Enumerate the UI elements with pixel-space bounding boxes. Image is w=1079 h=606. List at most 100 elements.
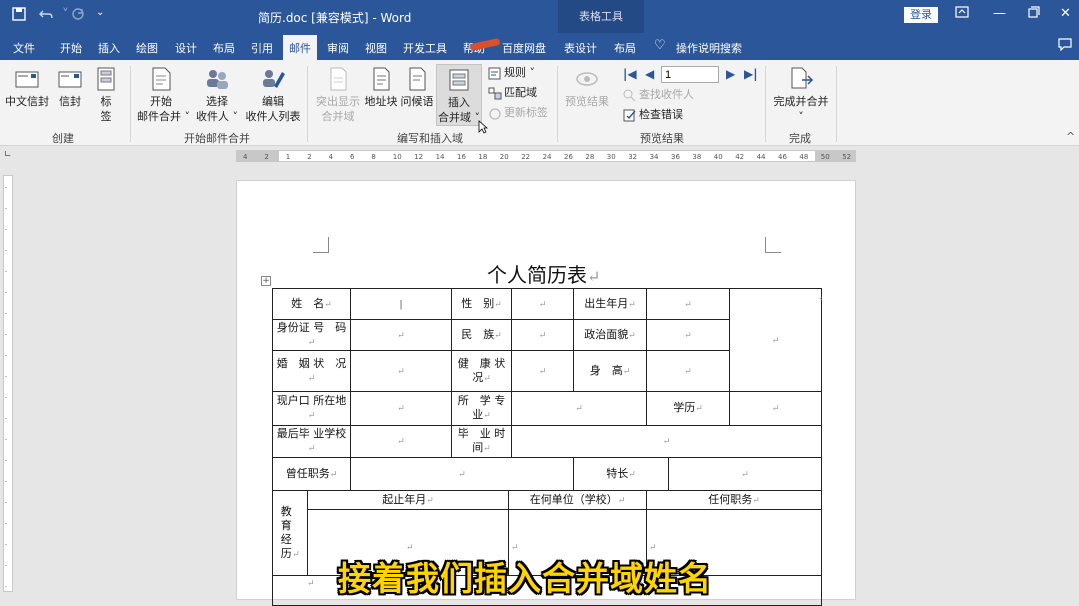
cell-degree-value[interactable]: ↵	[729, 391, 822, 426]
vertical-ruler-tick: -	[5, 520, 8, 527]
first-record-icon[interactable]: |◀	[623, 67, 637, 81]
tell-me-search[interactable]: 操作说明搜索	[676, 40, 742, 56]
redo-icon[interactable]	[70, 7, 86, 25]
label-degree: 学历↵	[646, 391, 730, 426]
next-record-icon[interactable]: ▶	[726, 67, 735, 81]
customize-quick-access-icon[interactable]: ⌄	[96, 7, 104, 18]
cell-health-value[interactable]: ↵	[511, 350, 574, 392]
vertical-ruler-tick: -	[5, 583, 8, 590]
start-mail-merge-button[interactable]: 开始 邮件合并 ˅	[137, 66, 190, 124]
cell-political-value[interactable]: ↵	[646, 319, 730, 351]
label-major: 所 学 专 业↵	[451, 391, 516, 426]
cell-id-value[interactable]: ↵	[350, 319, 452, 351]
title-bar: ˅ ⌄ 简历.doc [兼容模式] - Word 表格工具 登录 — ✕	[0, 0, 1079, 33]
tab-view[interactable]: 视图	[365, 40, 387, 56]
group-separator	[765, 66, 766, 142]
cell-gender-value[interactable]: ↵	[511, 288, 574, 320]
find-recipient-button[interactable]: 查找收件人	[623, 88, 694, 102]
tab-insert[interactable]: 插入	[98, 40, 120, 56]
address-block-button[interactable]: 地址块	[364, 66, 398, 109]
cell-positions-value[interactable]: ↵	[350, 457, 574, 491]
update-labels-button[interactable]: 更新标签	[488, 106, 548, 120]
tab-selector-icon[interactable]: ∟	[4, 150, 12, 160]
crop-mark	[765, 237, 781, 253]
select-recipients-button[interactable]: 选择 收件人 ˅	[196, 66, 238, 124]
labels-button[interactable]: 标签	[92, 66, 120, 124]
vertical-ruler-tick: -	[5, 457, 8, 464]
edit-recipient-list-button[interactable]: 编辑 收件人列表	[245, 66, 301, 124]
greeting-line-button[interactable]: 问候语	[400, 66, 434, 109]
tab-table-layout[interactable]: 布局	[614, 40, 636, 56]
vertical-ruler-tick: -	[5, 373, 8, 380]
save-icon[interactable]	[12, 7, 26, 25]
cell-graduation-value[interactable]: ↵	[511, 425, 822, 458]
tab-draw[interactable]: 绘图	[136, 40, 158, 56]
vertical-ruler-tick: -	[5, 310, 8, 317]
vertical-ruler[interactable]: - - - - - - - - - - - - - - - - - - - -	[3, 175, 13, 592]
cell-photo[interactable]: ↵	[729, 288, 822, 392]
rules-button[interactable]: 规则 ˅	[488, 66, 535, 80]
cell-name-value[interactable]: |	[350, 288, 452, 320]
cell-major-value[interactable]: ↵	[511, 391, 647, 426]
cell-birth-value[interactable]: ↵	[646, 288, 730, 320]
login-button[interactable]: 登录	[904, 7, 938, 23]
preview-icon	[576, 72, 598, 86]
ruler-tick-label: 2	[264, 153, 269, 161]
ribbon-display-options-icon[interactable]	[955, 6, 969, 22]
chinese-envelope-button[interactable]: 中文信封	[4, 66, 50, 109]
label-height: 身 高↵	[573, 350, 647, 392]
minimize-icon[interactable]: —	[993, 6, 1006, 21]
tab-home[interactable]: 开始	[60, 40, 82, 56]
cell-ethnicity-value[interactable]: ↵	[511, 319, 574, 351]
vertical-ruler-tick: -	[5, 394, 8, 401]
ruler-tick-label: 6	[350, 153, 355, 161]
label-marital: 婚 姻 状 况↵	[272, 350, 351, 392]
tab-review[interactable]: 审阅	[327, 40, 349, 56]
cell-residence-value[interactable]: ↵	[350, 391, 452, 426]
finish-and-merge-button[interactable]: 完成并合并 ˅	[772, 66, 830, 124]
cell-school-value[interactable]: ↵	[350, 425, 452, 458]
tab-layout[interactable]: 布局	[213, 40, 235, 56]
document-title: 个人简历表↵	[487, 263, 601, 287]
envelopes-button[interactable]: 信封	[55, 66, 85, 109]
document-page[interactable]: + 个人简历表↵ 姓 名↵ | 性 别↵ ↵ 出生年月↵ ↵ ↵ 身份证 号 码…	[236, 180, 856, 606]
insert-merge-field-button[interactable]: 插入 合并域 ˅	[436, 64, 482, 126]
tab-table-design[interactable]: 表设计	[564, 40, 597, 56]
undo-dropdown-icon[interactable]: ˅	[62, 7, 69, 23]
restore-icon[interactable]	[1028, 6, 1040, 22]
address-block-icon	[373, 67, 390, 91]
last-record-icon[interactable]: ▶|	[744, 67, 758, 81]
ruler-tick-label: 50	[820, 153, 830, 161]
ruler-tick-label: 4	[243, 153, 248, 161]
share-comment-icon[interactable]	[1058, 38, 1072, 55]
crop-mark	[313, 237, 329, 253]
record-number-input[interactable]	[661, 66, 719, 83]
preview-results-button[interactable]: 预览结果	[563, 66, 611, 109]
end-of-row-mark: ‹	[819, 294, 823, 304]
collapse-ribbon-icon[interactable]: ^	[1066, 130, 1075, 143]
label-ethnicity: 民 族↵	[451, 319, 512, 351]
highlight-merge-fields-button[interactable]: 突出显示 合并域	[315, 66, 361, 124]
label-political: 政治面貌↵	[573, 319, 647, 351]
tab-references[interactable]: 引用	[251, 40, 273, 56]
table-move-handle-icon[interactable]: +	[261, 276, 271, 286]
undo-icon[interactable]	[38, 7, 54, 25]
tab-file[interactable]: 文件	[13, 40, 35, 56]
tab-mailings[interactable]: 邮件	[283, 35, 317, 60]
tab-design[interactable]: 设计	[175, 40, 197, 56]
horizontal-ruler[interactable]: 4 2 1 2 4 6 8 10 12 14 16 18 20 22 24 26 28 30 32 34 36 38 40 4…	[236, 150, 856, 162]
tab-baidu-netdisk[interactable]: 百度网盘	[502, 40, 546, 56]
mouse-cursor-icon	[478, 120, 489, 137]
ruler-tick-label: 2	[307, 153, 312, 161]
check-errors-button[interactable]: 检查错误	[623, 108, 683, 122]
table-tools-context-label: 表格工具	[558, 0, 644, 33]
cell-height-value[interactable]: ↵	[646, 350, 730, 392]
cell-specialty-value[interactable]: ↵	[668, 457, 822, 491]
match-fields-button[interactable]: 匹配域	[488, 86, 537, 100]
group-separator	[557, 66, 558, 142]
cell-marital-value[interactable]: ↵	[350, 350, 452, 392]
ruler-tick-label: 24	[542, 153, 552, 161]
previous-record-icon[interactable]: ◀	[645, 67, 654, 81]
tab-developer[interactable]: 开发工具	[403, 40, 447, 56]
close-icon[interactable]: ✕	[1060, 6, 1071, 21]
